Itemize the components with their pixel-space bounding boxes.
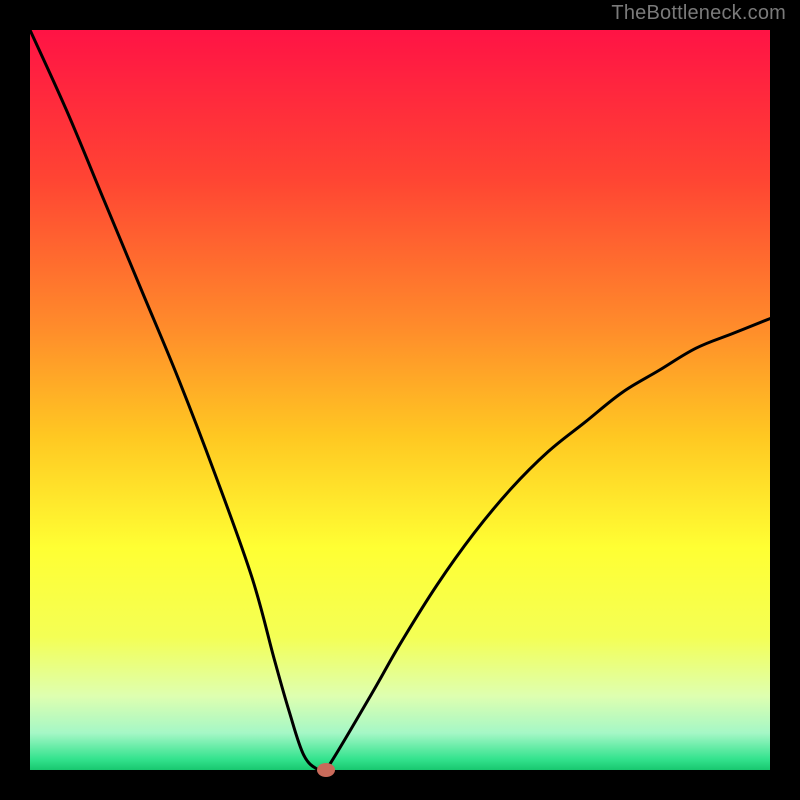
bottleneck-chart [0, 0, 800, 800]
optimal-point-marker [317, 763, 335, 777]
watermark-text: TheBottleneck.com [611, 2, 786, 25]
gradient-background [30, 30, 770, 770]
chart-frame: TheBottleneck.com [0, 0, 800, 800]
